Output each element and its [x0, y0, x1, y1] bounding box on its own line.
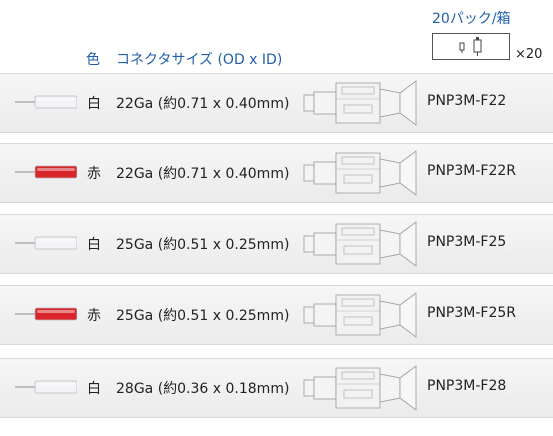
color-value: 白 [87, 381, 101, 397]
table-row: 白 28Ga (約0.36 x 0.18mm) PNP3M-F28 [0, 358, 553, 416]
connector-fitting-icon [303, 150, 417, 196]
part-number: PNP3M-F25 [427, 234, 507, 250]
connector-size-value: 28Ga (約0.36 x 0.18mm) [116, 381, 290, 397]
connector-size-value: 22Ga (約0.71 x 0.40mm) [116, 166, 290, 182]
column-header-connector-size: コネクタサイズ (OD x ID) [116, 52, 283, 68]
tubing-icon [15, 236, 77, 250]
tubing-icon [15, 95, 77, 109]
tubing-icon [15, 380, 77, 394]
connector-size-value: 25Ga (約0.51 x 0.25mm) [116, 237, 290, 253]
color-value: 赤 [87, 166, 101, 182]
pack-quantity-label: 20パック/箱 [432, 11, 511, 27]
connector-fitting-icon [303, 221, 417, 267]
table-row: 白 25Ga (約0.51 x 0.25mm) PNP3M-F25 [0, 214, 553, 272]
connector-fitting-icon [303, 365, 417, 411]
part-number: PNP3M-F22 [427, 93, 507, 109]
table-row: 白 22Ga (約0.71 x 0.40mm) PNP3M-F22 [0, 73, 553, 131]
connector-size-value: 22Ga (約0.71 x 0.40mm) [116, 96, 290, 112]
pack-box-icon [432, 33, 510, 60]
color-value: 白 [87, 96, 101, 112]
tubing-icon [15, 165, 77, 179]
connector-size-value: 25Ga (約0.51 x 0.25mm) [116, 308, 290, 324]
part-number: PNP3M-F22R [427, 163, 516, 179]
color-value: 白 [87, 237, 101, 253]
part-number: PNP3M-F25R [427, 305, 516, 321]
table-row: 赤 25Ga (約0.51 x 0.25mm) PNP3M-F25R [0, 285, 553, 343]
part-number: PNP3M-F28 [427, 378, 507, 394]
pack-multiplier: ×20 [515, 47, 543, 62]
tubing-icon [15, 307, 77, 321]
color-value: 赤 [87, 308, 101, 324]
column-header-color: 色 [86, 52, 100, 68]
table-row: 赤 22Ga (約0.71 x 0.40mm) PNP3M-F22R [0, 143, 553, 201]
connector-fitting-icon [303, 292, 417, 338]
connector-fitting-icon [303, 80, 417, 126]
